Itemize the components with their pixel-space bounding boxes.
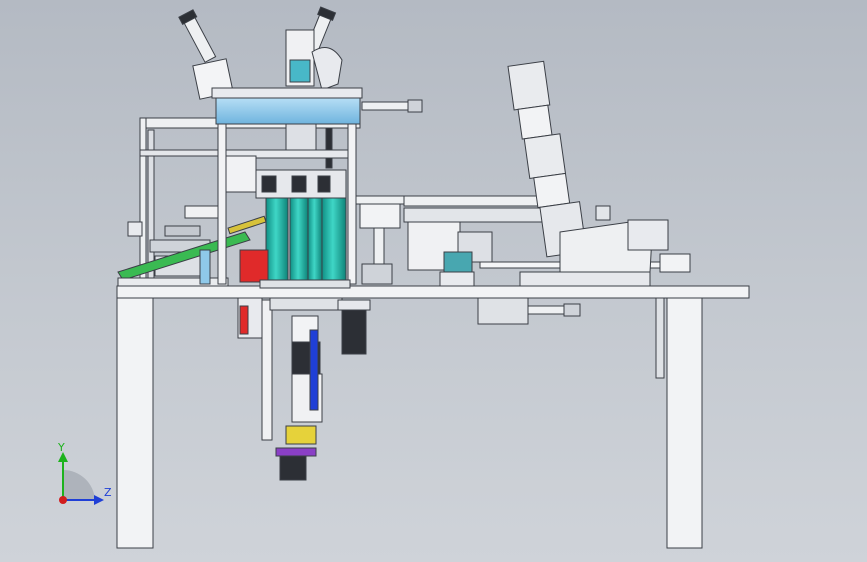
- cyan-tube-cluster: [225, 155, 351, 289]
- under-table-drive: [237, 297, 371, 481]
- z-axis-label: Z: [104, 486, 112, 499]
- x-axis-point: [59, 496, 67, 504]
- angled-arm: [507, 60, 691, 273]
- table: [116, 285, 750, 549]
- under-motor: [477, 297, 529, 325]
- purple-band: [275, 447, 317, 457]
- y-axis-label: Y: [58, 441, 65, 454]
- blue-top-plate: [215, 97, 361, 125]
- yellow-part: [285, 425, 317, 445]
- machine-drawing: [58, 6, 750, 549]
- table-leg-right: [666, 297, 703, 549]
- coordinate-triad: [58, 452, 104, 505]
- top-angled-cylinders: [178, 6, 343, 100]
- red-block: [239, 249, 269, 283]
- table-top: [116, 285, 750, 299]
- cad-viewport[interactable]: Y Z: [0, 0, 867, 562]
- cable-chain: [311, 47, 343, 91]
- table-leg-left: [116, 297, 154, 549]
- table-brace: [655, 297, 665, 379]
